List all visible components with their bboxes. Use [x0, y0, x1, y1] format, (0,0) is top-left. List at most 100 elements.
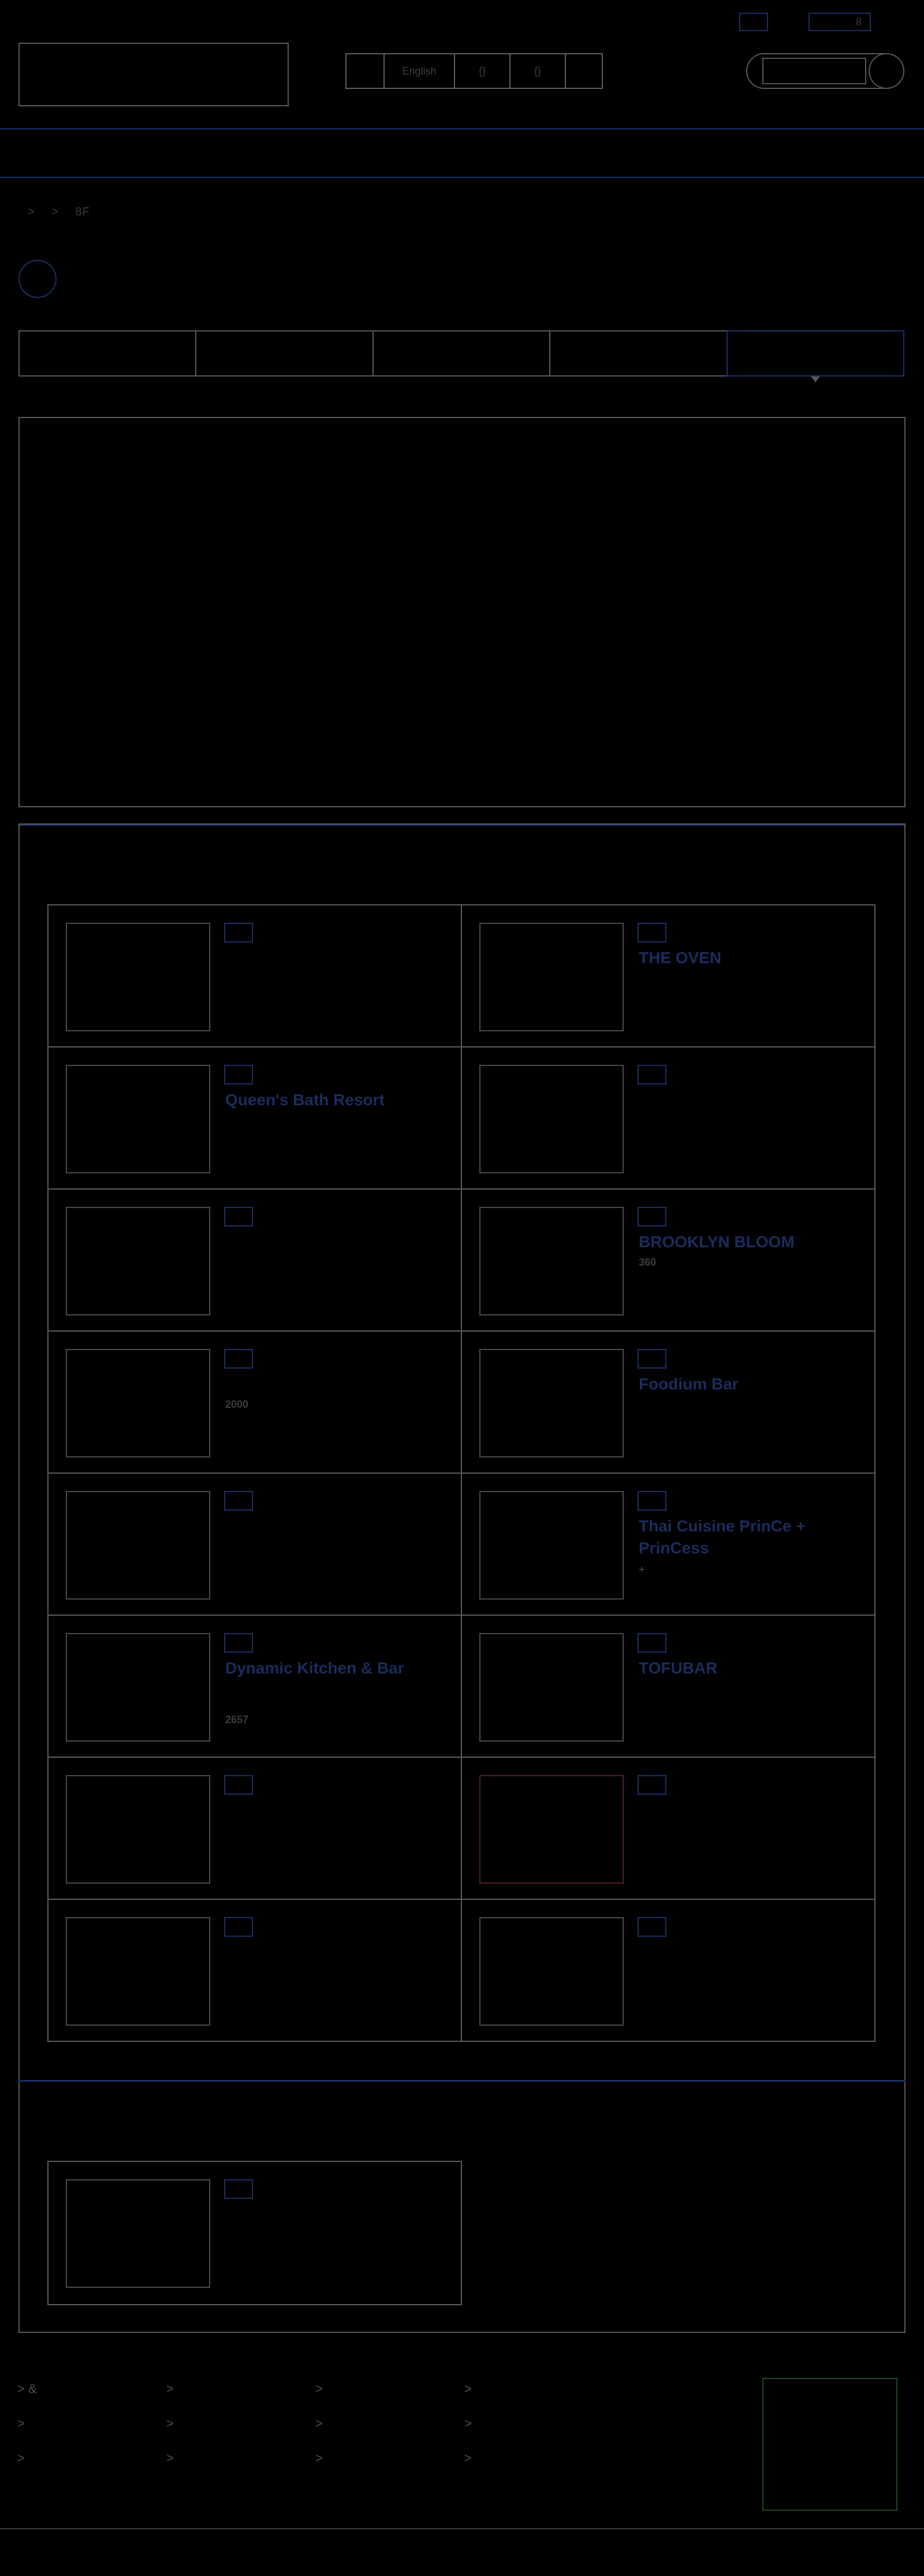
restaurant-image [66, 1917, 210, 2026]
restaurant-card[interactable] [47, 1757, 462, 1900]
category-badge [638, 1775, 666, 1795]
category-badge [224, 1065, 253, 1084]
footer-link[interactable]: > [17, 2416, 25, 2431]
footer-link[interactable]: > [464, 2416, 472, 2431]
restaurant-card[interactable]: BROOKLYN BLOOM 360 [461, 1188, 875, 1332]
restaurant-name: Foodium Bar [639, 1375, 739, 1393]
restaurant-info: 360 [639, 1257, 657, 1268]
restaurant-name: Dynamic Kitchen & Bar [225, 1659, 404, 1677]
restaurant-card[interactable] [47, 1899, 462, 2042]
restaurant-card[interactable]: Dynamic Kitchen & Bar 2657 [47, 1615, 462, 1758]
footer-link[interactable]: > [315, 2381, 323, 2396]
category-badge [638, 1491, 666, 1511]
footer-link[interactable]: > & [17, 2381, 37, 2396]
restaurant-image [66, 1775, 210, 1884]
lang-option-2[interactable]: {} [455, 54, 511, 88]
floor-map [18, 417, 906, 807]
breadcrumb-current: 8F [75, 206, 90, 218]
section-divider [18, 2080, 906, 2082]
restaurant-info: 2000 [225, 1399, 249, 1410]
category-badge [638, 1065, 666, 1084]
restaurant-image [66, 1207, 210, 1315]
category-badge [224, 2179, 253, 2199]
tab-2[interactable] [195, 330, 372, 376]
restaurant-image [479, 1207, 624, 1315]
category-badge [224, 923, 253, 942]
restaurant-card[interactable] [47, 2161, 462, 2305]
restaurant-name: Thai Cuisine PrinCe + PrinCess [639, 1517, 806, 1557]
restaurant-card[interactable] [461, 1046, 875, 1190]
footer-link[interactable]: > [17, 2451, 25, 2466]
restaurant-card[interactable]: Foodium Bar [461, 1330, 875, 1474]
category-badge [638, 1917, 666, 1937]
category-badge [224, 1207, 253, 1227]
restaurant-card[interactable] [47, 904, 462, 1047]
footer-divider [0, 2528, 924, 2529]
floor-icon [18, 260, 57, 298]
search-input[interactable] [762, 58, 866, 84]
restaurant-image [66, 1633, 210, 1742]
restaurant-card[interactable] [47, 1472, 462, 1616]
restaurant-image [66, 2179, 210, 2288]
category-badge [638, 923, 666, 942]
restaurant-card[interactable]: 2000 [47, 1330, 462, 1474]
footer-link[interactable]: > [464, 2451, 472, 2466]
search-button[interactable] [869, 53, 904, 89]
category-badge [224, 1775, 253, 1795]
footer-link[interactable]: > [166, 2381, 174, 2396]
restaurant-image [479, 923, 624, 1031]
footer-link[interactable]: > [464, 2381, 472, 2396]
footer-link[interactable]: > [315, 2416, 323, 2431]
restaurant-card[interactable] [47, 1188, 462, 1332]
restaurant-image [479, 1775, 624, 1884]
nav-divider [0, 177, 924, 178]
restaurant-card[interactable] [461, 1757, 875, 1900]
lang-next-button[interactable] [566, 54, 602, 88]
tab-1[interactable] [18, 330, 196, 376]
breadcrumb: > > 8F [28, 206, 103, 219]
breadcrumb-sep: > [28, 206, 35, 218]
lang-option-3[interactable]: {} [511, 54, 566, 88]
category-badge [224, 1349, 253, 1369]
restaurant-card[interactable]: Queen's Bath Resort [47, 1046, 462, 1190]
footer-link[interactable]: > [166, 2416, 174, 2431]
language-bar: English {} {} [345, 53, 603, 89]
restaurant-info: + [639, 1564, 645, 1575]
category-badge [224, 1491, 253, 1511]
category-badge [638, 1207, 666, 1227]
footer-banner[interactable] [762, 2378, 897, 2511]
restaurant-grid: THE OVEN Queen's Bath Resort BROOKLYN BL… [47, 904, 877, 2042]
restaurant-info: 2657 [225, 1714, 249, 1725]
restaurant-image [479, 1491, 624, 1600]
restaurant-card[interactable] [461, 1899, 875, 2042]
search-box [746, 53, 904, 89]
top-count-button[interactable]: 8 [808, 13, 871, 31]
tab-5-active[interactable] [726, 330, 905, 382]
restaurant-card[interactable]: Thai Cuisine PrinCe + PrinCess + [461, 1472, 875, 1616]
footer-link[interactable]: > [166, 2451, 174, 2466]
category-badge [638, 1633, 666, 1653]
restaurant-image [479, 1917, 624, 2026]
restaurant-image [66, 1349, 210, 1457]
tab-4[interactable] [549, 330, 726, 376]
category-tabs [18, 330, 905, 382]
restaurant-card[interactable]: THE OVEN [461, 904, 875, 1047]
lang-prev-button[interactable] [346, 54, 385, 88]
tab-3[interactable] [372, 330, 550, 376]
restaurant-card[interactable]: TOFUBAR [461, 1615, 875, 1758]
top-link-button[interactable] [739, 13, 768, 31]
restaurant-name: TOFUBAR [639, 1659, 718, 1677]
breadcrumb-sep: > [51, 206, 59, 218]
category-badge [224, 1633, 253, 1653]
restaurant-image [66, 1065, 210, 1173]
site-logo[interactable] [18, 43, 289, 106]
restaurant-image [66, 1491, 210, 1600]
restaurant-image [479, 1349, 624, 1457]
restaurant-name: BROOKLYN BLOOM [639, 1233, 795, 1251]
footer-link[interactable]: > [315, 2451, 323, 2466]
lang-english[interactable]: English [385, 54, 455, 88]
restaurant-image [479, 1065, 624, 1173]
header-divider [0, 128, 924, 129]
restaurant-name: THE OVEN [639, 949, 722, 967]
restaurant-name: Queen's Bath Resort [225, 1091, 385, 1109]
